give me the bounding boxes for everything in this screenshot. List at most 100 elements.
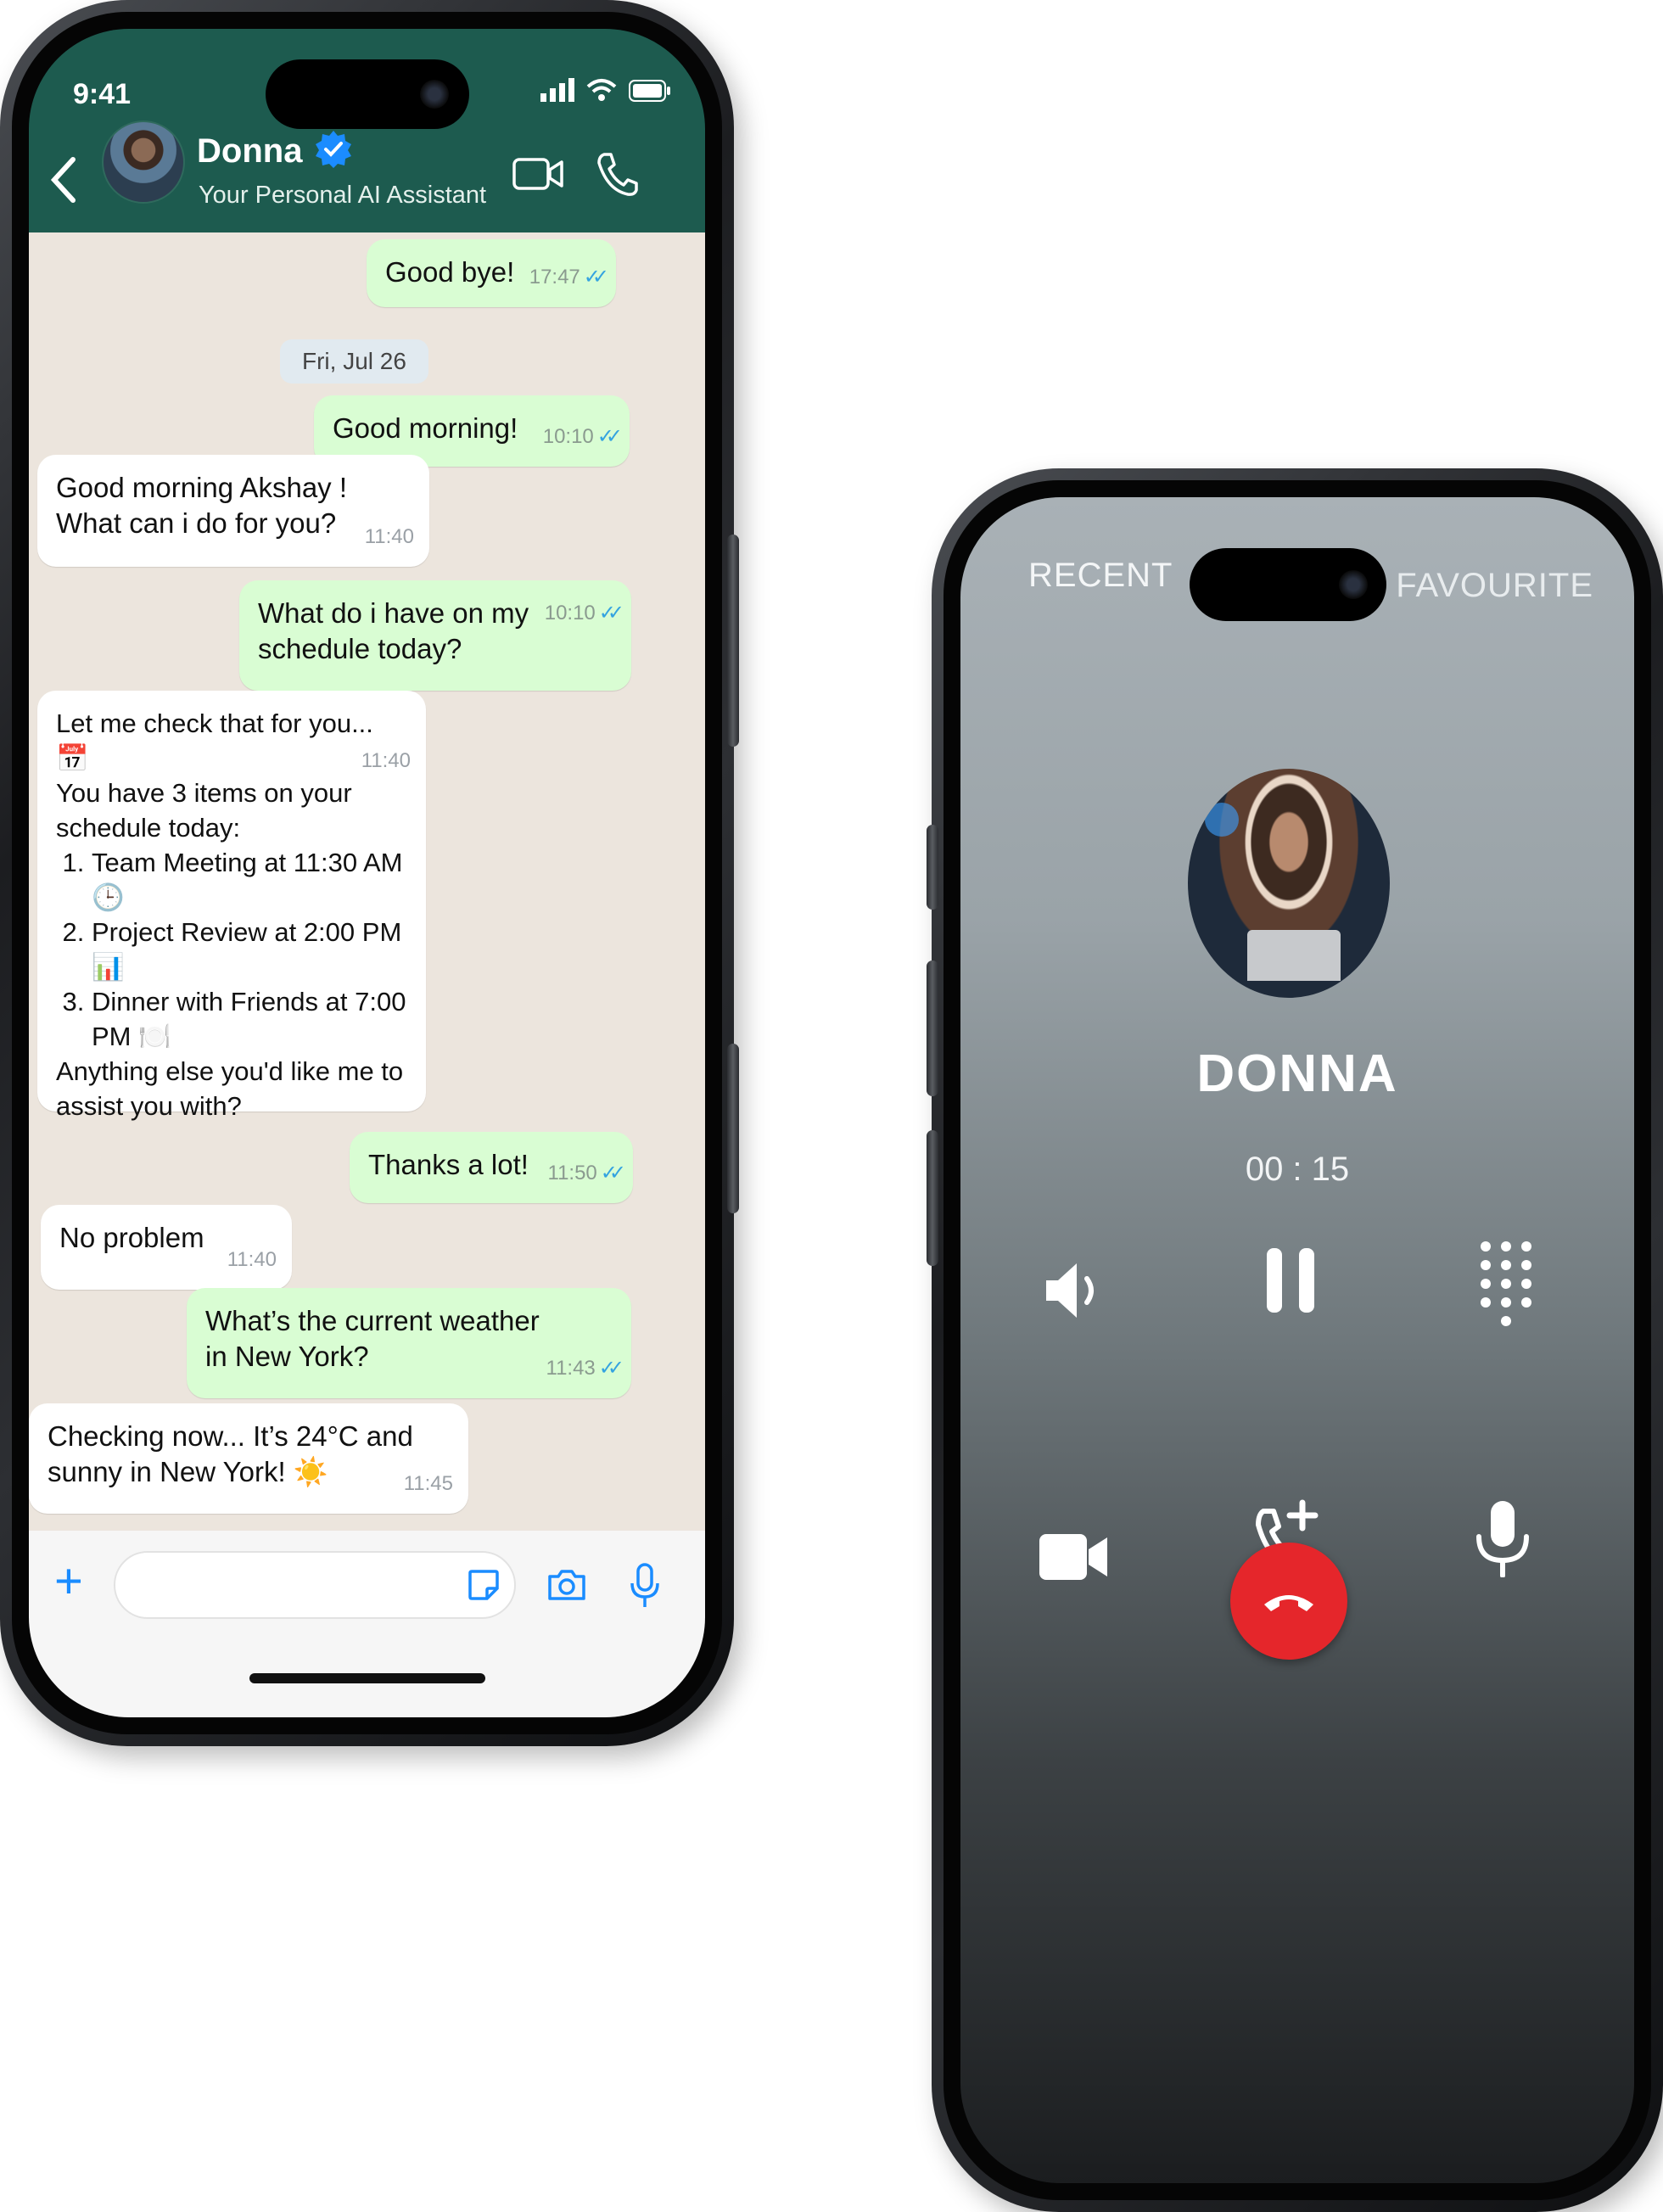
status-time: 9:41 bbox=[73, 78, 132, 110]
avatar-laptop bbox=[1247, 930, 1341, 981]
message-time: 11:40 bbox=[227, 1248, 277, 1271]
message-text-line: What can i do for you? bbox=[56, 507, 337, 539]
message-meta: 17:47 ✓✓ bbox=[529, 260, 609, 295]
message-input[interactable] bbox=[114, 1551, 516, 1619]
verified-badge-icon bbox=[316, 131, 351, 168]
message-time: 17:47 bbox=[529, 266, 580, 288]
call-timer: 00 : 15 bbox=[1245, 1151, 1350, 1188]
message-text-line: schedule today: bbox=[56, 813, 241, 843]
speaker-icon bbox=[1046, 1263, 1094, 1318]
side-button bbox=[727, 1044, 739, 1213]
pause-icon bbox=[1267, 1248, 1314, 1313]
side-button bbox=[927, 1130, 938, 1266]
message-text: Good morning! bbox=[333, 412, 518, 444]
tab-favourite[interactable]: FAVOURITE bbox=[1396, 567, 1593, 605]
message-text-line: sunny in New York! ☀️ bbox=[48, 1456, 328, 1487]
video-call-icon[interactable] bbox=[512, 156, 565, 192]
message-outgoing: Thanks a lot! 11:50 ✓✓ bbox=[350, 1132, 633, 1203]
avatar-glow bbox=[1205, 803, 1239, 837]
message-incoming: Let me check that for you... 📅 You have … bbox=[37, 691, 426, 1121]
message-time: 11:40 bbox=[361, 749, 411, 772]
chat-screen: 9:41 Donna Your Personal AI Assistant Go… bbox=[29, 29, 705, 1717]
video-button[interactable] bbox=[1027, 1510, 1120, 1604]
chat-messages-area[interactable]: Good bye! 17:47 ✓✓ Fri, Jul 26 Good morni… bbox=[29, 232, 705, 1531]
message-incoming: Checking now... It’s 24°C and sunny in N… bbox=[29, 1403, 468, 1514]
message-outgoing: What do i have on my schedule today? 10:… bbox=[239, 580, 631, 691]
message-text-line: schedule today? bbox=[258, 633, 462, 664]
date-chip: Fri, Jul 26 bbox=[280, 339, 428, 384]
schedule-item: Dinner with Friends at 7:00 PM 🍽️ bbox=[92, 984, 407, 1054]
hold-button[interactable] bbox=[1244, 1234, 1337, 1327]
side-button bbox=[727, 535, 739, 747]
message-time: 11:43 bbox=[546, 1357, 596, 1380]
video-camera-icon bbox=[1039, 1534, 1107, 1580]
read-ticks-icon: ✓✓ bbox=[596, 425, 623, 448]
message-time: 11:40 bbox=[364, 525, 414, 548]
message-text-line: Anything else you'd like me to assist yo… bbox=[56, 1056, 404, 1121]
message-outgoing: What’s the current weather in New York? … bbox=[187, 1288, 631, 1398]
tab-recent[interactable]: RECENT bbox=[1028, 557, 1173, 595]
signal-icon bbox=[540, 78, 574, 102]
camera-icon[interactable] bbox=[546, 1568, 587, 1602]
end-call-button[interactable] bbox=[1230, 1543, 1347, 1660]
read-ticks-icon: ✓✓ bbox=[583, 266, 609, 288]
dynamic-island bbox=[265, 59, 469, 129]
call-phone: RECENT FAVOURITE DONNA 00 : 15 bbox=[927, 468, 1663, 2212]
message-time: 11:45 bbox=[403, 1472, 453, 1495]
keypad-icon bbox=[1481, 1241, 1531, 1326]
schedule-list: Team Meeting at 11:30 AM 🕒 Project Revie… bbox=[56, 845, 407, 1054]
message-meta: 10:10 ✓✓ bbox=[542, 419, 623, 455]
caller-name: DONNA bbox=[1196, 1044, 1398, 1103]
read-ticks-icon: ✓✓ bbox=[598, 1357, 624, 1380]
home-indicator bbox=[249, 1673, 485, 1683]
back-chevron-icon[interactable] bbox=[49, 156, 76, 204]
status-icons bbox=[540, 78, 671, 102]
sticker-icon[interactable] bbox=[467, 1568, 501, 1602]
front-camera bbox=[419, 80, 449, 109]
message-text-line: Good morning Akshay ! bbox=[56, 472, 348, 503]
keypad-button[interactable] bbox=[1459, 1237, 1553, 1330]
message-meta: 11:40 bbox=[227, 1242, 277, 1278]
read-ticks-icon: ✓✓ bbox=[600, 1162, 626, 1184]
chat-input-bar: + bbox=[29, 1531, 705, 1717]
mute-button[interactable] bbox=[1456, 1492, 1549, 1585]
message-incoming: Good morning Akshay ! What can i do for … bbox=[37, 455, 429, 567]
message-meta: 11:40 bbox=[361, 743, 411, 778]
chat-header: 9:41 Donna Your Personal AI Assistant bbox=[29, 29, 705, 232]
call-screen: RECENT FAVOURITE DONNA 00 : 15 bbox=[960, 497, 1634, 2183]
message-meta: 11:45 bbox=[404, 1466, 453, 1502]
message-meta: 10:10 ✓✓ bbox=[545, 596, 624, 631]
schedule-item: Team Meeting at 11:30 AM 🕒 bbox=[92, 845, 407, 915]
front-camera bbox=[1339, 570, 1368, 599]
attach-plus-icon[interactable]: + bbox=[54, 1556, 83, 1607]
voice-call-icon[interactable] bbox=[596, 151, 638, 197]
wifi-icon bbox=[586, 79, 617, 101]
battery-icon bbox=[629, 80, 670, 102]
contact-name[interactable]: Donna bbox=[197, 132, 302, 171]
contact-avatar[interactable] bbox=[102, 120, 185, 204]
message-text: Good bye! bbox=[385, 256, 515, 288]
read-ticks-icon: ✓✓ bbox=[598, 602, 624, 624]
side-button bbox=[927, 960, 938, 1096]
hang-up-icon bbox=[1264, 1595, 1313, 1611]
contact-subtitle: Your Personal AI Assistant bbox=[199, 182, 487, 209]
message-incoming: No problem 11:40 bbox=[41, 1205, 292, 1290]
dynamic-island bbox=[1190, 548, 1386, 621]
caller-avatar bbox=[1188, 769, 1390, 998]
message-text: No problem bbox=[59, 1222, 204, 1253]
message-text: Thanks a lot! bbox=[368, 1149, 529, 1180]
message-time: 11:50 bbox=[547, 1162, 597, 1184]
message-text-line: You have 3 items on your bbox=[56, 778, 352, 808]
message-time: 10:10 bbox=[542, 425, 594, 448]
message-text-line: Checking now... It’s 24°C and bbox=[48, 1420, 413, 1452]
message-outgoing: Good bye! 17:47 ✓✓ bbox=[367, 239, 616, 307]
message-text-line: What’s the current weather bbox=[205, 1305, 540, 1336]
side-button bbox=[927, 825, 938, 910]
message-meta: 11:50 ✓✓ bbox=[547, 1156, 627, 1191]
message-text-line: Let me check that for you... 📅 bbox=[56, 708, 373, 773]
message-meta: 11:40 bbox=[365, 519, 414, 555]
microphone-icon[interactable] bbox=[630, 1563, 660, 1609]
chat-phone: 9:41 Donna Your Personal AI Assistant Go… bbox=[0, 0, 739, 1746]
message-meta: 11:43 ✓✓ bbox=[546, 1351, 625, 1386]
speaker-button[interactable] bbox=[1028, 1244, 1122, 1337]
